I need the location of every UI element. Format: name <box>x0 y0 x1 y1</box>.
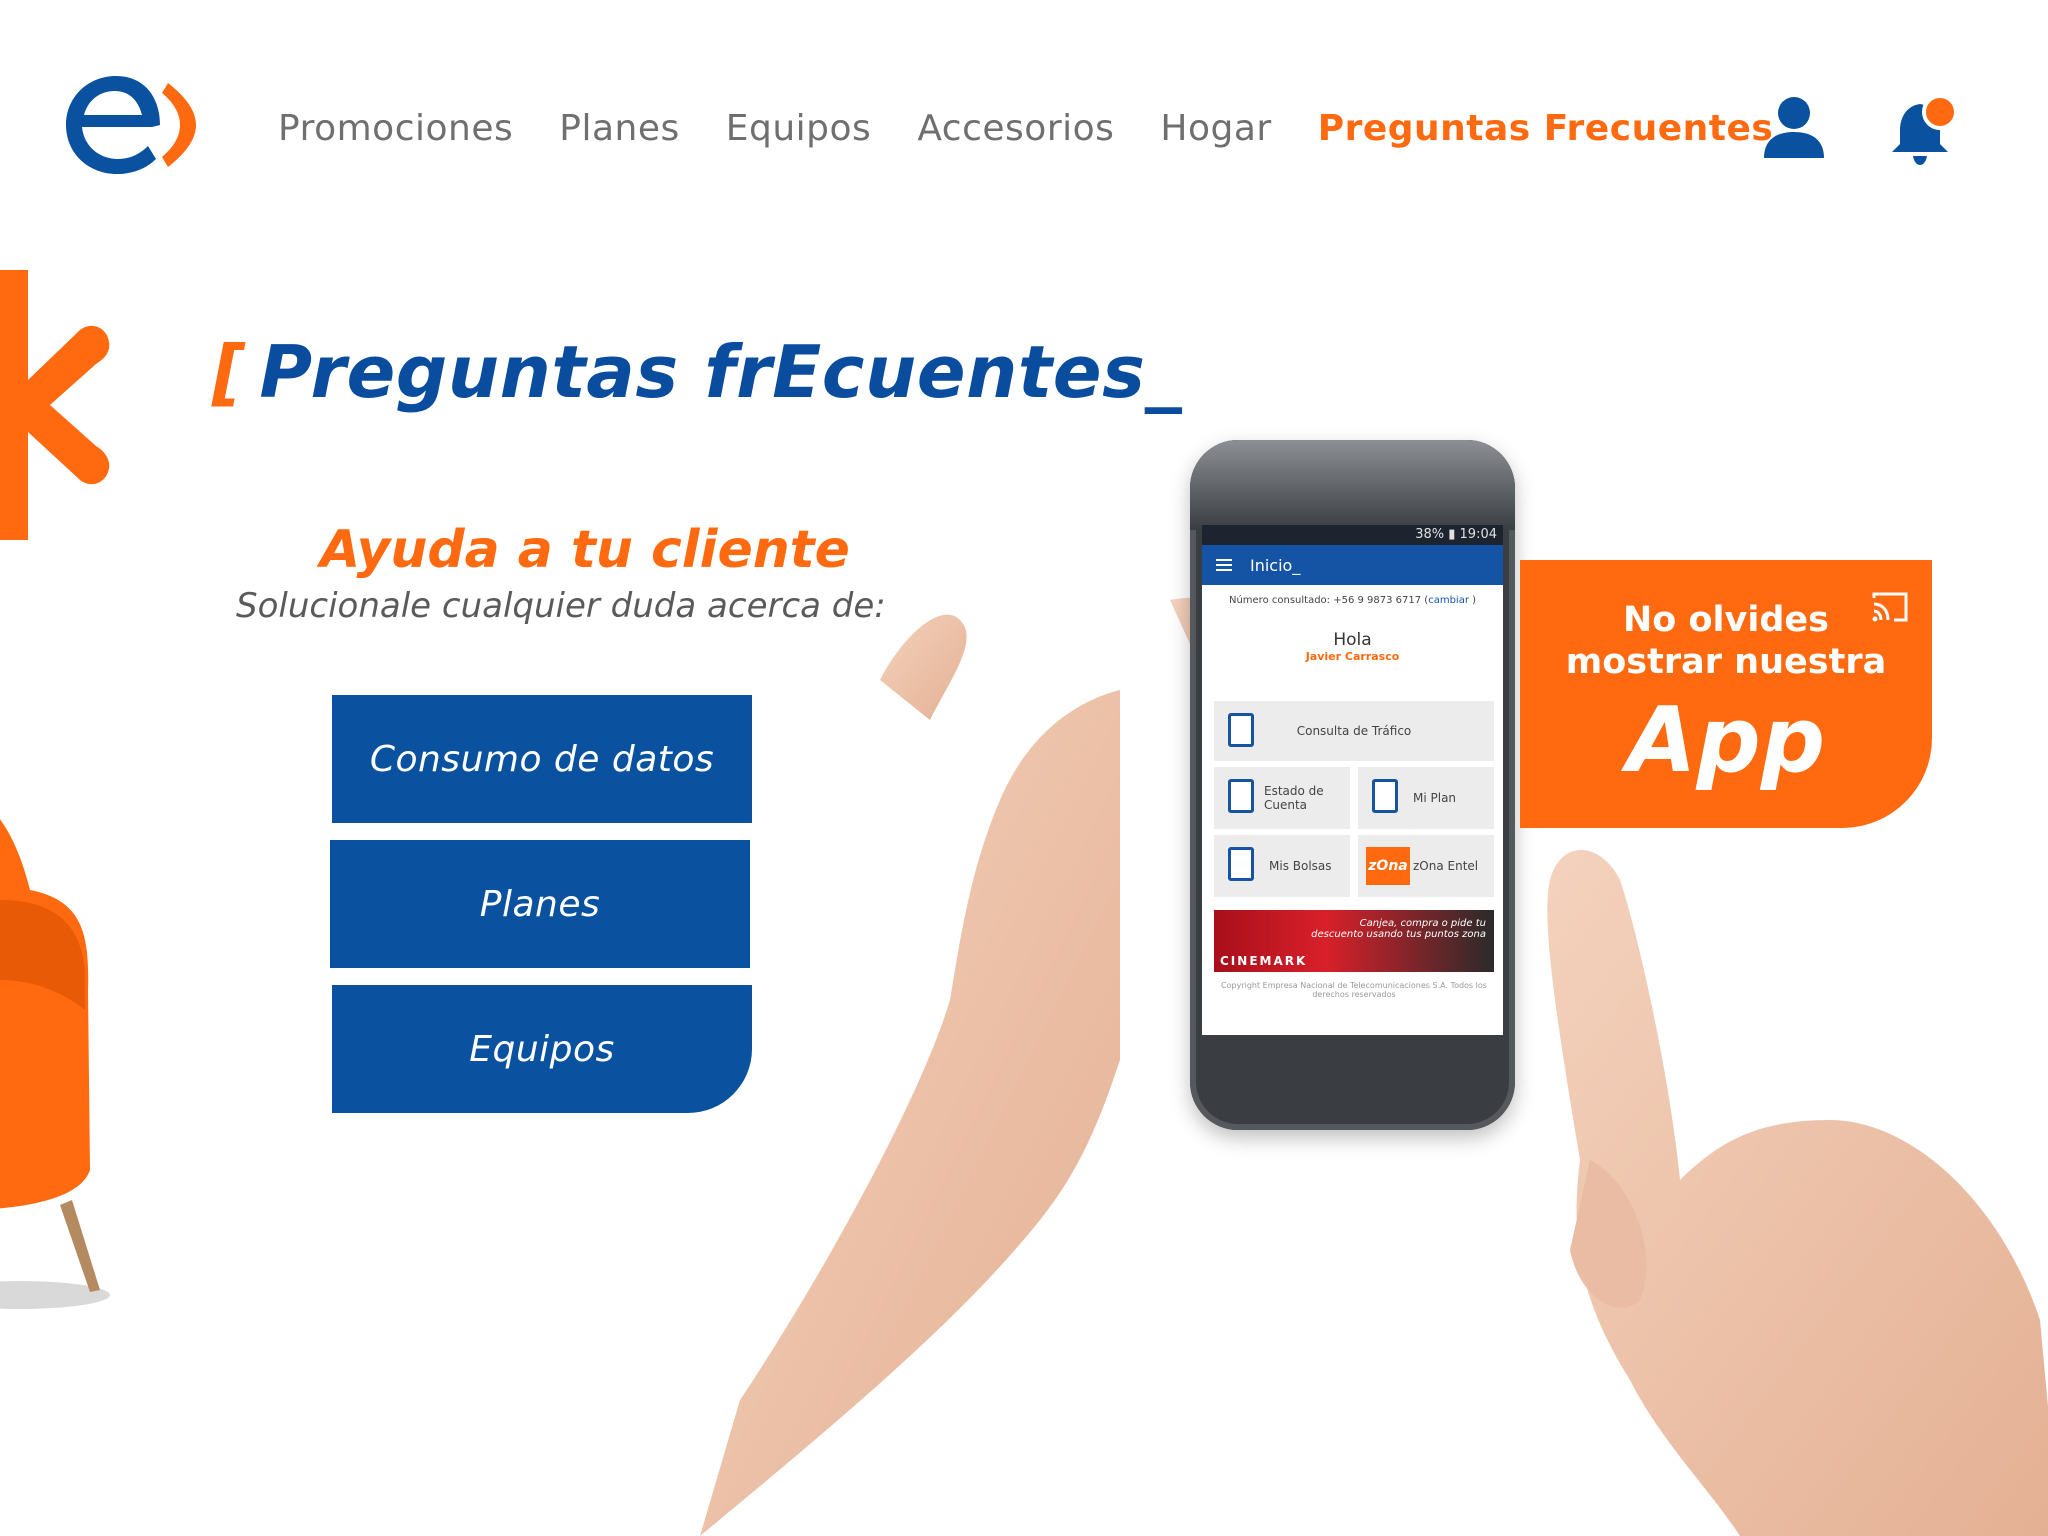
asterisk-decoration-icon <box>0 270 110 540</box>
nav-item-preguntas-frecuentes[interactable]: Preguntas Frecuentes <box>1318 108 1774 149</box>
nav-item-promociones[interactable]: Promociones <box>278 108 513 149</box>
entel-logo[interactable] <box>60 75 200 175</box>
phone-top-bezel <box>1190 440 1515 530</box>
tile-zona-entel[interactable]: zOna zOna Entel <box>1358 835 1494 897</box>
banner-brand: CINEMARK <box>1220 954 1308 968</box>
page-title: [Preguntas frEcuentes_ <box>212 330 1182 414</box>
app-promo-card[interactable]: No olvides mostrar nuestra App <box>1520 560 1932 828</box>
title-bracket: [ <box>212 330 246 414</box>
tile-label: Mis Bolsas <box>1269 859 1332 873</box>
greeting: Hola <box>1333 630 1372 650</box>
plan-document-icon <box>1372 779 1398 813</box>
shopping-bag-icon <box>1228 847 1254 881</box>
hamburger-menu-icon[interactable] <box>1216 559 1232 571</box>
user-name: Javier Carrasco <box>1305 650 1400 663</box>
tile-label: Mi Plan <box>1413 791 1457 805</box>
consumo-de-datos-button[interactable]: Consumo de datos <box>332 695 752 823</box>
zona-logo: zOna <box>1366 847 1410 885</box>
main-nav: Promociones Planes Equipos Accesorios Ho… <box>278 108 1773 149</box>
nav-item-equipos[interactable]: Equipos <box>726 108 872 149</box>
nav-item-accesorios[interactable]: Accesorios <box>917 108 1114 149</box>
armchair-image <box>0 819 110 1309</box>
page: Promociones Planes Equipos Accesorios Ho… <box>0 0 2048 1536</box>
app-card-title: App <box>1626 688 1826 793</box>
phone-status-bar: 38% ▮ 19:04 <box>1202 525 1503 545</box>
phone-screen: 38% ▮ 19:04 Inicio_ Número consultado: +… <box>1202 525 1503 1035</box>
tile-label: Consulta de Tráfico <box>1296 724 1412 738</box>
account-statement-icon <box>1228 779 1254 813</box>
equipos-button[interactable]: Equipos <box>332 985 752 1113</box>
phone-mockup: 38% ▮ 19:04 Inicio_ Número consultado: +… <box>1190 440 1515 1130</box>
app-header-title: Inicio_ <box>1250 555 1301 575</box>
tile-mi-plan[interactable]: Mi Plan <box>1358 767 1494 829</box>
tile-label: Estado de Cuenta <box>1264 784 1324 812</box>
change-number-link[interactable]: cambiar <box>1428 595 1469 606</box>
tile-mis-bolsas[interactable]: Mis Bolsas <box>1214 835 1350 897</box>
nav-item-planes[interactable]: Planes <box>559 108 680 149</box>
tile-label: zOna Entel <box>1413 859 1479 873</box>
nav-item-hogar[interactable]: Hogar <box>1160 108 1271 149</box>
title-text: Preguntas frEcuentes_ <box>259 330 1182 414</box>
planes-button[interactable]: Planes <box>330 840 750 968</box>
number-text: Número consultado: +56 9 9873 6717 ( <box>1228 595 1429 606</box>
app-header: Inicio_ <box>1202 545 1503 585</box>
tile-consulta-trafico[interactable]: Consulta de Tráfico <box>1214 701 1494 761</box>
number-line: Número consultado: +56 9 9873 6717 (camb… <box>1202 595 1503 606</box>
app-card-line1: No olvides <box>1622 600 1829 640</box>
promo-banner[interactable]: Canjea, compra o pide tu descuento usand… <box>1214 910 1494 972</box>
traffic-document-icon <box>1228 713 1254 747</box>
user-icon[interactable] <box>1762 96 1826 160</box>
bell-icon[interactable] <box>1890 94 1960 166</box>
copyright-text: Copyright Empresa Nacional de Telecomuni… <box>1221 981 1487 999</box>
app-card-line2: mostrar nuestra <box>1565 642 1887 682</box>
banner-text: Canjea, compra o pide tu descuento usand… <box>1311 918 1486 940</box>
number-text-end: ) <box>1468 595 1477 606</box>
tile-estado-cuenta[interactable]: Estado de Cuenta <box>1214 767 1350 829</box>
